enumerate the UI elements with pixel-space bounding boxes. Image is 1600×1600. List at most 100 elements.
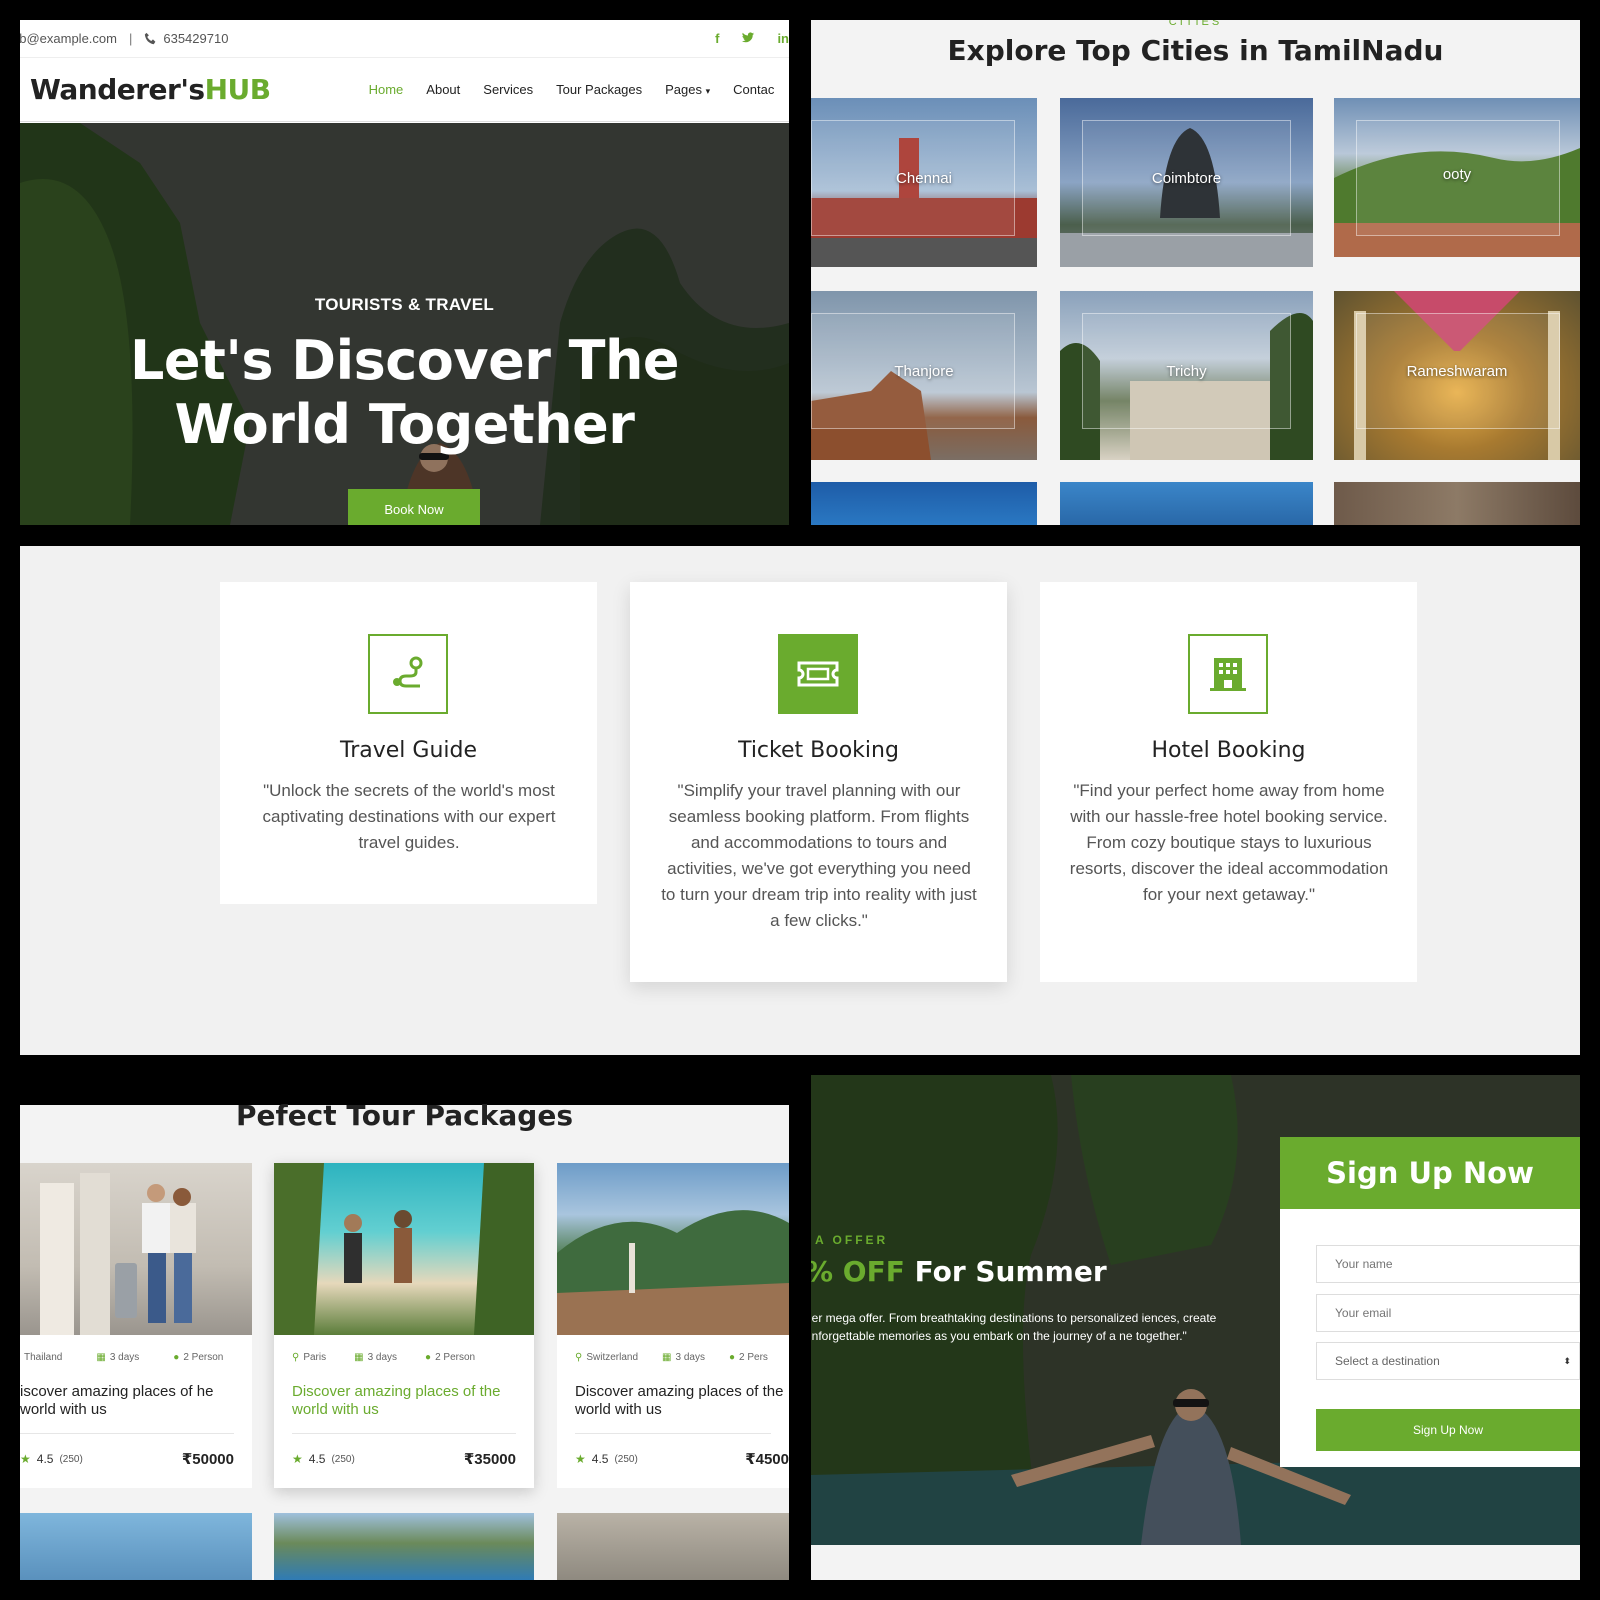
signup-panel: A OFFER % OFF For Summer ner mega offer.… [811,1075,1580,1580]
email-field[interactable] [1316,1294,1580,1332]
rating-count: (250) [331,1453,355,1465]
rating-value: 4.5 [36,1452,54,1466]
cities-panel: CITIES Explore Top Cities in TamilNadu C… [811,20,1580,525]
service-card-travel-guide[interactable]: Travel Guide "Unlock the secrets of the … [220,582,597,904]
city-name: Thanjore [894,363,954,380]
package-card-partial[interactable] [557,1513,789,1580]
nav-menu: Home About Services Tour Packages Pages … [369,82,775,97]
card-divider [575,1433,771,1434]
signup-title: Sign Up Now [1280,1137,1580,1209]
package-card-partial[interactable] [20,1513,252,1580]
rating-value: 4.5 [308,1452,326,1466]
nav-home[interactable]: Home [369,82,404,97]
contact-phone[interactable]: 635429710 [144,31,228,46]
package-persons-text: 2 Pers [739,1352,768,1363]
nav-about[interactable]: About [426,82,460,97]
brand-name-main: Wanderer's [30,73,205,106]
brand-logo[interactable]: Wanderer'sHUB [30,73,271,106]
package-rating: ★ 4.5 (250) [20,1452,83,1466]
destination-select[interactable]: Select a destination ⬍ [1316,1342,1580,1380]
twitter-icon[interactable] [741,31,755,45]
star-icon: ★ [20,1452,31,1466]
package-meta: Thailand ▦ 3 days ● 2 Person [24,1352,252,1363]
package-location: Thailand [24,1352,62,1363]
package-card[interactable]: ⚲ Switzerland ▦ 3 days ● 2 Pers Discover am… [557,1163,789,1488]
package-title[interactable]: iscover amazing places of he world with … [20,1383,240,1419]
city-card-rameshwaram[interactable]: Rameshwaram [1334,291,1580,460]
city-name: Coimbtore [1151,170,1222,187]
calendar-icon: ▦ [354,1352,364,1363]
caret-down-icon: ▾ [705,86,711,96]
star-icon: ★ [292,1452,303,1466]
city-card-ooty[interactable]: ooty [1334,98,1580,257]
package-location-text: Switzerland [586,1352,639,1363]
package-rating: ★ 4.5 (250) [292,1452,355,1466]
package-meta: ⚲ Paris ▦ 3 days ● 2 Person [292,1352,534,1363]
package-card[interactable]: Thailand ▦ 3 days ● 2 Person iscover amazi… [20,1163,252,1488]
cities-section-tag: CITIES [1168,20,1223,28]
package-image [557,1163,789,1335]
service-title: Ticket Booking [738,738,899,763]
package-title[interactable]: Discover amazing places of the world wit… [575,1383,789,1419]
facebook-icon[interactable]: f [715,31,719,46]
book-now-button[interactable]: Book Now [348,489,480,525]
hotel-icon [1210,658,1246,691]
nav-tour-packages[interactable]: Tour Packages [556,82,642,97]
package-persons: ● 2 Person [173,1352,223,1363]
city-card-chennai[interactable]: Chennai [811,98,1037,267]
service-card-ticket-booking[interactable]: Ticket Booking "Simplify your travel pla… [630,582,1007,982]
service-card-hotel-booking[interactable]: Hotel Booking "Find your perfect home aw… [1040,582,1417,982]
main-navbar: Wanderer'sHUB Home About Services Tour P… [20,58,789,122]
select-arrows-icon: ⬍ [1563,1355,1571,1366]
package-card[interactable]: ⚲ Paris ▦ 3 days ● 2 Person Discover amazin… [274,1163,534,1488]
topbar-separator: | [128,31,133,46]
hero-subtitle: TOURISTS & TRAVEL [314,295,495,314]
city-card-trichy[interactable]: Trichy [1060,291,1313,460]
package-rating: ★ 4.5 (250) [575,1452,638,1466]
packages-section-title: Pefect Tour Packages [236,1099,573,1132]
offer-background: A OFFER % OFF For Summer ner mega offer.… [811,1075,1580,1545]
city-card-thanjore[interactable]: Thanjore [811,291,1037,460]
city-name: ooty [1442,166,1472,183]
name-field[interactable] [1316,1245,1580,1283]
package-photo [40,1173,196,1335]
user-icon: ● [728,1352,735,1363]
service-description: "Find your perfect home away from home w… [1069,781,1389,904]
package-persons: ● 2 Person [425,1352,475,1363]
calendar-icon: ▦ [96,1352,106,1363]
package-location: ⚲ Switzerland [575,1352,638,1363]
service-title: Travel Guide [340,738,477,763]
offer-description: ner mega offer. From breathtaking destin… [811,1311,1217,1343]
package-days-text: 3 days [367,1352,398,1363]
city-name: Rameshwaram [1406,363,1508,380]
city-card-partial[interactable] [1060,482,1313,525]
package-image [20,1163,252,1335]
nav-services[interactable]: Services [483,82,533,97]
rating-count: (250) [59,1453,83,1465]
contact-phone-number: 635429710 [163,31,229,46]
contact-email[interactable]: ub@example.com [20,31,117,46]
packages-panel: Pefect Tour Packages Thailand ▦ 3 days ● 2… [20,1075,789,1580]
offer-title-discount: % OFF [811,1255,905,1288]
linkedin-icon[interactable]: in [777,31,789,46]
package-days-text: 3 days [675,1352,705,1363]
signup-form: Sign Up Now Select a destination ⬍ Sign … [1280,1137,1580,1467]
city-card-partial[interactable] [1334,482,1580,525]
brand-name-accent: HUB [204,73,272,106]
destination-select-value: Select a destination [1335,1354,1440,1368]
city-card-coimbatore[interactable]: Coimbtore [1060,98,1313,267]
package-image [274,1163,534,1335]
hero-banner: TOURISTS & TRAVEL Let's Discover The Wor… [20,123,789,525]
package-card-partial[interactable] [274,1513,534,1580]
package-title[interactable]: Discover amazing places of the world wit… [292,1383,522,1419]
service-icon-box [778,634,858,714]
map-pin-icon: ⚲ [575,1352,583,1363]
hero-title-line-1: Let's Discover The [129,329,680,392]
signup-submit-button[interactable]: Sign Up Now [1316,1409,1580,1451]
nav-pages-dropdown[interactable]: Pages ▾ [665,82,710,97]
nav-contact[interactable]: Contac [733,82,774,97]
route-icon [393,656,423,688]
package-persons-text: 2 Person [183,1352,224,1363]
map-pin-icon: ⚲ [292,1352,300,1363]
city-card-partial[interactable] [811,482,1037,525]
